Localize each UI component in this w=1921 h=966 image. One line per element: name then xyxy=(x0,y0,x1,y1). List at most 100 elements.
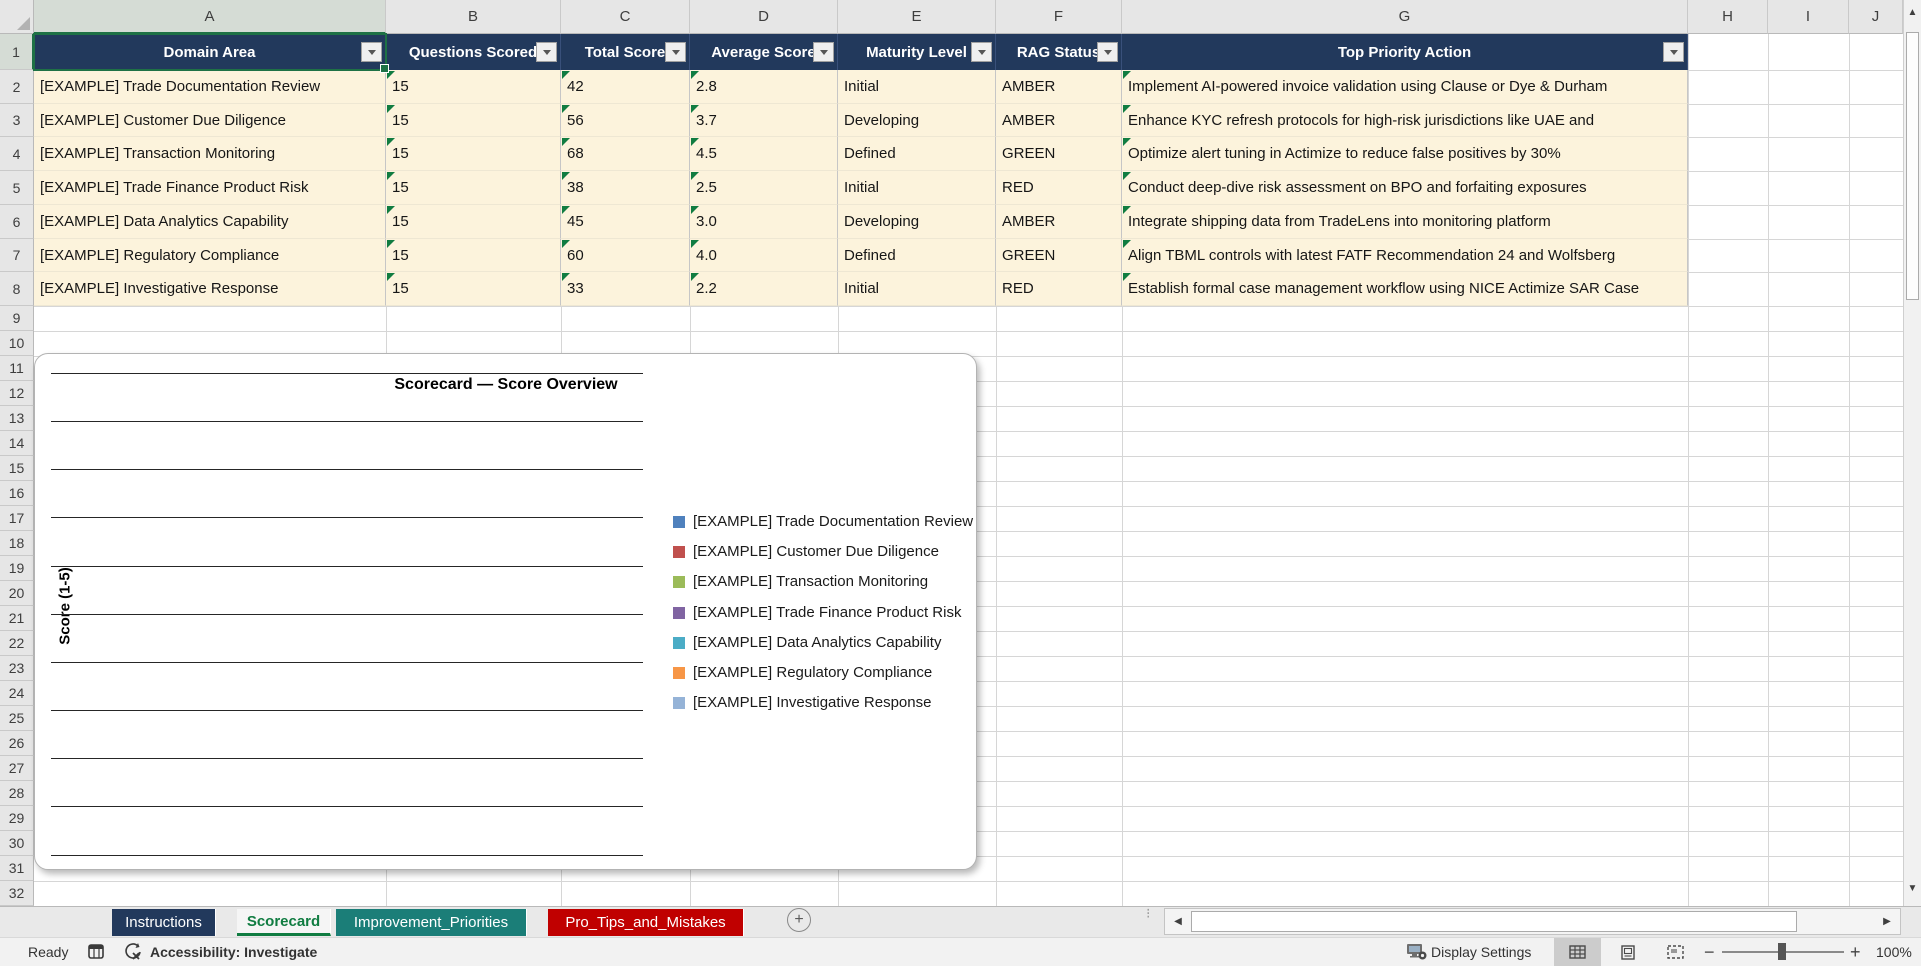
table-cell[interactable]: [EXAMPLE] Trade Finance Product Risk xyxy=(34,171,386,205)
row-header-14[interactable]: 14 xyxy=(0,431,34,456)
table-header-0[interactable]: Domain Area xyxy=(34,34,386,70)
table-cell[interactable]: [EXAMPLE] Investigative Response xyxy=(34,272,386,306)
table-cell[interactable]: [EXAMPLE] Transaction Monitoring xyxy=(34,137,386,171)
table-cell[interactable]: GREEN xyxy=(996,137,1122,171)
row-header-12[interactable]: 12 xyxy=(0,381,34,406)
zoom-slider-handle[interactable] xyxy=(1778,943,1786,960)
legend-item[interactable]: [EXAMPLE] Investigative Response xyxy=(673,694,931,711)
row-header-22[interactable]: 22 xyxy=(0,631,34,656)
table-cell[interactable]: Align TBML controls with latest FATF Rec… xyxy=(1122,239,1688,272)
column-header-C[interactable]: C xyxy=(561,0,690,34)
table-header-6[interactable]: Top Priority Action xyxy=(1122,34,1688,70)
zoom-level[interactable]: 100% xyxy=(1876,938,1912,966)
filter-dropdown-button[interactable] xyxy=(665,42,686,62)
vertical-scrollbar[interactable]: ▲ ▼ xyxy=(1903,0,1921,906)
row-header-24[interactable]: 24 xyxy=(0,681,34,706)
row-header-29[interactable]: 29 xyxy=(0,806,34,831)
table-cell[interactable]: Initial xyxy=(838,171,996,205)
table-cell[interactable]: 3.7 xyxy=(690,104,838,137)
table-cell[interactable]: 4.0 xyxy=(690,239,838,272)
table-cell[interactable]: 15 xyxy=(386,104,561,137)
filter-dropdown-button[interactable] xyxy=(361,42,382,62)
table-cell[interactable]: Developing xyxy=(838,205,996,239)
table-cell[interactable]: [EXAMPLE] Trade Documentation Review xyxy=(34,70,386,104)
table-cell[interactable]: 45 xyxy=(561,205,690,239)
display-settings-label[interactable]: Display Settings xyxy=(1431,938,1531,966)
filter-dropdown-button[interactable] xyxy=(971,42,992,62)
table-cell[interactable]: 3.0 xyxy=(690,205,838,239)
row-header-32[interactable]: 32 xyxy=(0,881,34,906)
column-header-A[interactable]: A xyxy=(34,0,386,34)
row-header-15[interactable]: 15 xyxy=(0,456,34,481)
normal-view-button[interactable] xyxy=(1554,938,1601,966)
table-header-2[interactable]: Total Score xyxy=(561,34,690,70)
legend-item[interactable]: [EXAMPLE] Trade Documentation Review xyxy=(673,513,973,530)
row-header-9[interactable]: 9 xyxy=(0,306,34,331)
table-cell[interactable]: AMBER xyxy=(996,205,1122,239)
table-cell[interactable]: 2.8 xyxy=(690,70,838,104)
legend-item[interactable]: [EXAMPLE] Trade Finance Product Risk xyxy=(673,604,961,621)
row-header-3[interactable]: 3 xyxy=(0,104,34,137)
filter-dropdown-button[interactable] xyxy=(536,42,557,62)
row-header-5[interactable]: 5 xyxy=(0,171,34,205)
select-all-button[interactable] xyxy=(0,0,34,34)
legend-item[interactable]: [EXAMPLE] Transaction Monitoring xyxy=(673,573,928,590)
table-cell[interactable]: 15 xyxy=(386,70,561,104)
row-header-10[interactable]: 10 xyxy=(0,331,34,356)
column-header-E[interactable]: E xyxy=(838,0,996,34)
table-cell[interactable]: Conduct deep-dive risk assessment on BPO… xyxy=(1122,171,1688,205)
scroll-up-icon[interactable]: ▲ xyxy=(1904,8,1921,18)
column-header-H[interactable]: H xyxy=(1688,0,1768,34)
table-cell[interactable]: [EXAMPLE] Regulatory Compliance xyxy=(34,239,386,272)
table-cell[interactable]: Integrate shipping data from TradeLens i… xyxy=(1122,205,1688,239)
table-cell[interactable]: 60 xyxy=(561,239,690,272)
row-header-23[interactable]: 23 xyxy=(0,656,34,681)
column-header-D[interactable]: D xyxy=(690,0,838,34)
table-cell[interactable]: 15 xyxy=(386,205,561,239)
table-cell[interactable]: 15 xyxy=(386,171,561,205)
legend-item[interactable]: [EXAMPLE] Regulatory Compliance xyxy=(673,664,932,681)
row-header-28[interactable]: 28 xyxy=(0,781,34,806)
table-cell[interactable]: [EXAMPLE] Customer Due Diligence xyxy=(34,104,386,137)
filter-dropdown-button[interactable] xyxy=(1097,42,1118,62)
sheet-tab-instructions[interactable]: Instructions xyxy=(112,909,216,936)
page-layout-view-button[interactable] xyxy=(1604,938,1651,966)
table-cell[interactable]: RED xyxy=(996,171,1122,205)
row-header-26[interactable]: 26 xyxy=(0,731,34,756)
new-sheet-button[interactable]: + xyxy=(787,908,811,932)
table-cell[interactable]: 2.5 xyxy=(690,171,838,205)
table-cell[interactable]: 15 xyxy=(386,272,561,306)
page-break-preview-button[interactable] xyxy=(1652,938,1699,966)
scroll-right-icon[interactable]: ▶ xyxy=(1876,911,1898,932)
row-header-19[interactable]: 19 xyxy=(0,556,34,581)
sheet-tab-pro_tips_and_mistakes[interactable]: Pro_Tips_and_Mistakes xyxy=(548,909,744,936)
table-cell[interactable]: Developing xyxy=(838,104,996,137)
table-cell[interactable]: 2.2 xyxy=(690,272,838,306)
column-header-F[interactable]: F xyxy=(996,0,1122,34)
table-cell[interactable]: Initial xyxy=(838,70,996,104)
row-header-18[interactable]: 18 xyxy=(0,531,34,556)
sheet-tab-scorecard[interactable]: Scorecard xyxy=(237,909,331,936)
table-cell[interactable]: Establish formal case management workflo… xyxy=(1122,272,1688,306)
table-header-3[interactable]: Average Score xyxy=(690,34,838,70)
row-header-1[interactable]: 1 xyxy=(0,34,34,70)
table-cell[interactable]: Defined xyxy=(838,137,996,171)
row-header-31[interactable]: 31 xyxy=(0,856,34,881)
column-header-I[interactable]: I xyxy=(1768,0,1849,34)
row-header-21[interactable]: 21 xyxy=(0,606,34,631)
table-cell[interactable]: 68 xyxy=(561,137,690,171)
row-header-25[interactable]: 25 xyxy=(0,706,34,731)
column-header-J[interactable]: J xyxy=(1849,0,1903,34)
table-header-4[interactable]: Maturity Level xyxy=(838,34,996,70)
accessibility-icon[interactable] xyxy=(124,938,143,966)
table-cell[interactable]: GREEN xyxy=(996,239,1122,272)
row-header-4[interactable]: 4 xyxy=(0,137,34,171)
table-cell[interactable]: 56 xyxy=(561,104,690,137)
table-cell[interactable]: Implement AI-powered invoice validation … xyxy=(1122,70,1688,104)
table-cell[interactable]: Initial xyxy=(838,272,996,306)
table-cell[interactable]: 15 xyxy=(386,137,561,171)
filter-dropdown-button[interactable] xyxy=(813,42,834,62)
table-cell[interactable]: 38 xyxy=(561,171,690,205)
table-cell[interactable]: Defined xyxy=(838,239,996,272)
display-settings-icon[interactable] xyxy=(1406,938,1428,966)
